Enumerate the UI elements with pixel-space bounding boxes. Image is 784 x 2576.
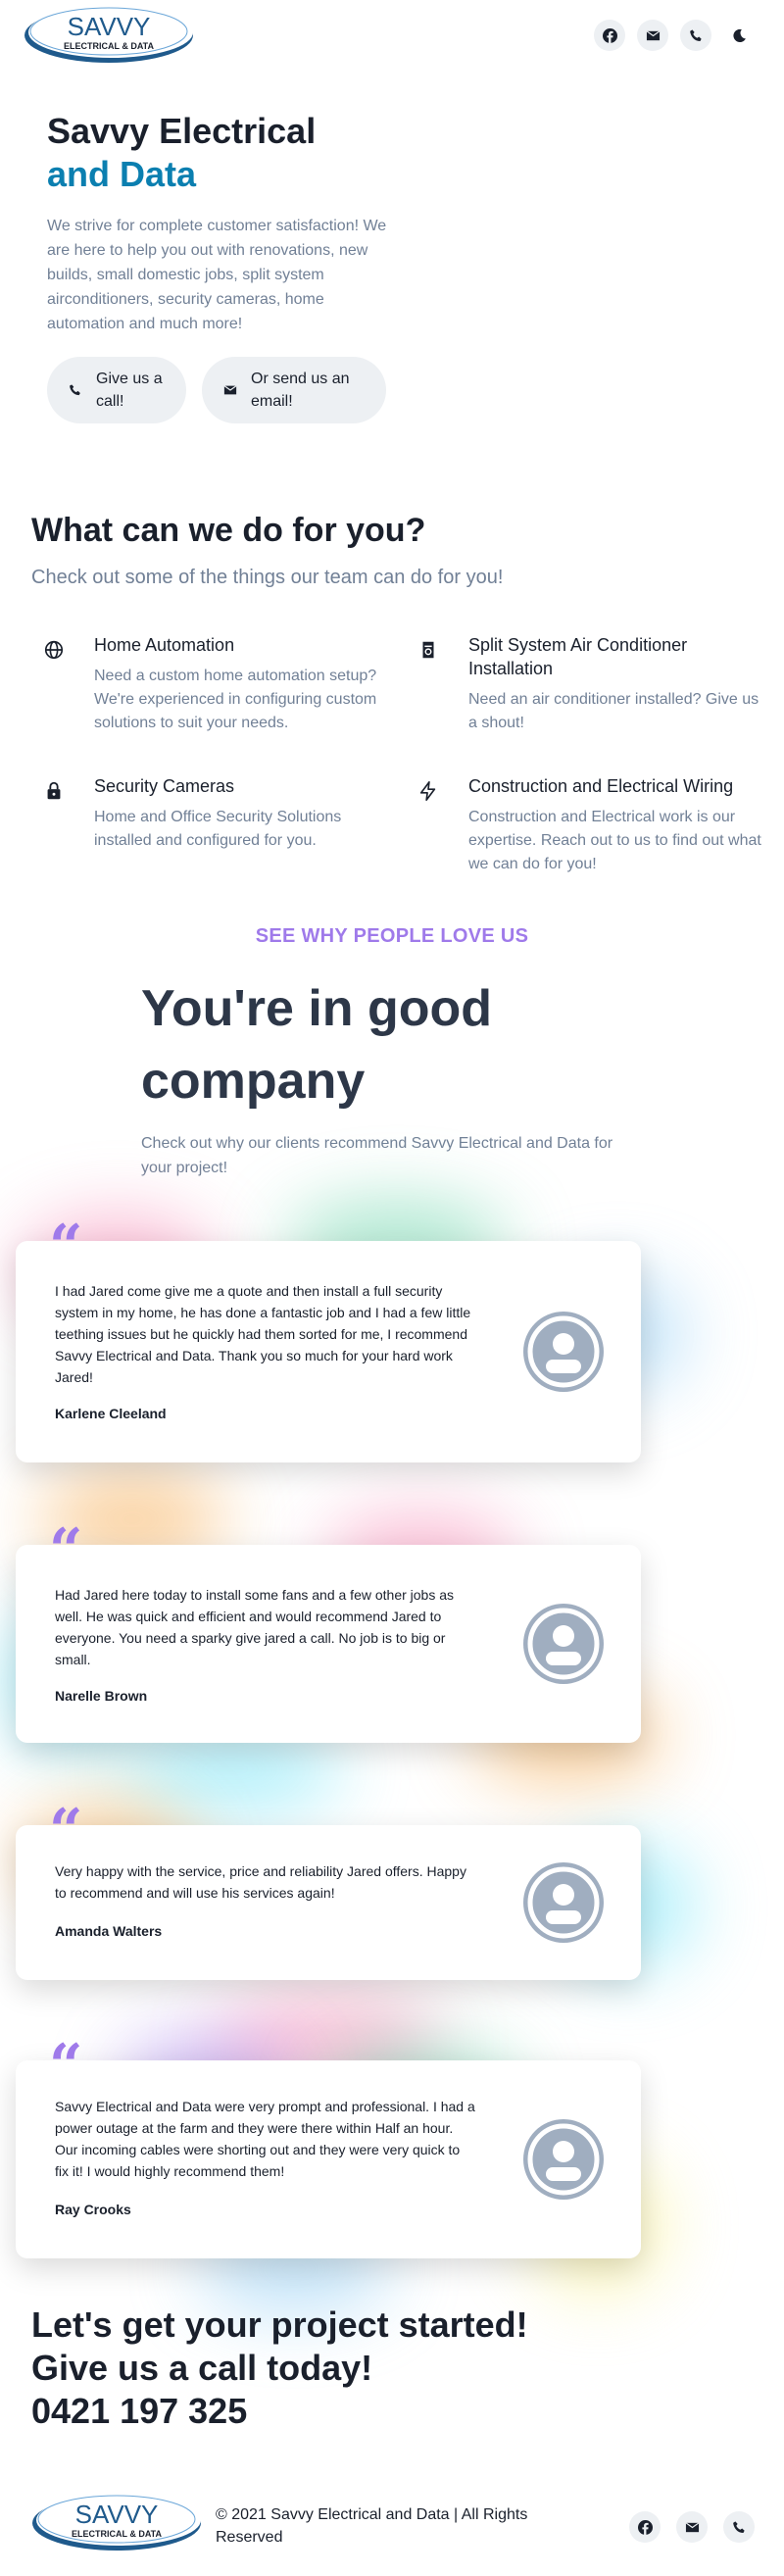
email-button[interactable]: Or send us an email!	[202, 357, 386, 423]
email-button-label: Or send us an email!	[251, 371, 350, 410]
testimonial-text: Savvy Electrical and Data were very prom…	[55, 2099, 475, 2179]
svg-text:SAVVY: SAVVY	[75, 2500, 159, 2529]
email-icon	[223, 385, 237, 395]
feature-title: Security Cameras	[94, 776, 235, 796]
testimonials-title: You're in good company	[141, 980, 493, 1110]
testimonial-text: Had Jared here today to install some fan…	[55, 1587, 455, 1667]
feature-description: Construction and Electrical work is our …	[468, 809, 761, 872]
air-conditioner-icon	[417, 639, 439, 661]
footer-logo[interactable]: SAVVY ELECTRICAL & DATA	[29, 2490, 204, 2552]
testimonial-card: “ I had Jared come give me a quote and t…	[16, 1217, 641, 1462]
hero-title: Savvy Electrical and Data	[47, 110, 316, 196]
feature-description: Need a custom home automation setup? We'…	[94, 668, 377, 731]
feature-description: Home and Office Security Solutions insta…	[94, 809, 342, 849]
copyright-text: © 2021 Savvy Electrical and Data | All R…	[216, 2506, 528, 2546]
services-title: What can we do for you?	[31, 512, 426, 549]
avatar	[523, 2119, 604, 2200]
cta-line2: Give us a call today!	[31, 2348, 373, 2388]
moon-icon[interactable]	[723, 20, 755, 51]
feature-description: Need an air conditioner installed? Give …	[468, 691, 760, 731]
email-icon[interactable]	[637, 20, 668, 51]
phone-icon[interactable]	[723, 2511, 755, 2543]
facebook-icon[interactable]	[594, 20, 625, 51]
svg-text:ELECTRICAL & DATA: ELECTRICAL & DATA	[72, 2529, 162, 2539]
call-button-label: Give us a call!	[96, 371, 163, 410]
testimonial-author: Karlene Cleeland	[55, 1406, 167, 1421]
testimonials-kicker: SEE WHY PEOPLE LOVE US	[255, 925, 529, 947]
feature-title: Construction and Electrical Wiring	[468, 776, 734, 796]
quote-icon: “	[49, 1516, 83, 1585]
lightning-icon	[417, 780, 439, 802]
testimonials-subtitle: Check out why our clients recommend Savv…	[141, 1135, 613, 1176]
hero-title-accent: and Data	[47, 154, 197, 194]
avatar	[523, 1604, 604, 1684]
phone-icon	[70, 384, 80, 396]
cta-line1: Let's get your project started!	[31, 2304, 528, 2345]
testimonial-text: I had Jared come give me a quote and the…	[55, 1283, 471, 1385]
globe-icon	[43, 639, 65, 661]
call-button[interactable]: Give us a call!	[47, 357, 186, 423]
quote-icon: “	[49, 1797, 83, 1865]
testimonial-author: Amanda Walters	[55, 1923, 163, 1939]
testimonial-card: “ Very happy with the service, price and…	[16, 1802, 641, 1980]
cta-phone-number[interactable]: 0421 197 325	[31, 2390, 528, 2433]
quote-icon: “	[49, 1213, 83, 1281]
testimonial-author: Narelle Brown	[55, 1688, 148, 1704]
feature-title: Home Automation	[94, 635, 235, 655]
phone-icon[interactable]	[680, 20, 711, 51]
site-header: SAVVY ELECTRICAL & DATA	[0, 0, 784, 67]
testimonial-card: “ Had Jared here today to install some f…	[16, 1521, 641, 1743]
services-subtitle: Check out some of the things our team ca…	[31, 567, 504, 588]
testimonial-author: Ray Crooks	[55, 2202, 131, 2217]
testimonial-text: Very happy with the service, price and r…	[55, 1863, 466, 1901]
avatar	[523, 1312, 604, 1392]
hero-title-line1: Savvy Electrical	[47, 111, 317, 151]
svg-text:SAVVY: SAVVY	[68, 12, 151, 41]
email-icon[interactable]	[676, 2511, 708, 2543]
avatar	[523, 1862, 604, 1943]
lock-icon	[43, 780, 65, 802]
testimonial-card: “ Savvy Electrical and Data were very pr…	[16, 2037, 641, 2258]
site-logo[interactable]: SAVVY ELECTRICAL & DATA	[22, 2, 196, 65]
facebook-icon[interactable]	[629, 2511, 661, 2543]
feature-title: Split System Air Conditioner Installatio…	[468, 635, 688, 678]
call-to-action: Let's get your project started! Give us …	[31, 2304, 528, 2433]
quote-icon: “	[49, 2032, 83, 2101]
svg-text:ELECTRICAL & DATA: ELECTRICAL & DATA	[64, 41, 154, 51]
hero-description: We strive for complete customer satisfac…	[47, 218, 387, 332]
